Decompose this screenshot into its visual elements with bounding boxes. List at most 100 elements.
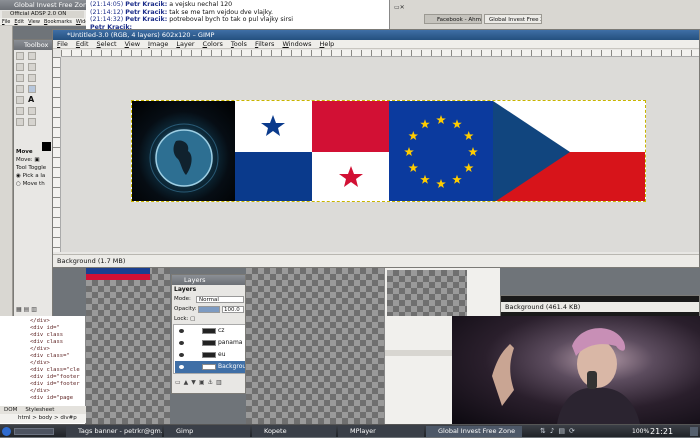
opacity-value[interactable]: 100.0 — [222, 306, 244, 313]
eye-icon[interactable] — [179, 341, 184, 345]
taskbar: Tags banner - petrkr@gm... Gimp Kopete M… — [0, 424, 700, 437]
browser-menu-widgets[interactable]: Widgets — [74, 18, 86, 25]
crop-tool-icon[interactable] — [28, 74, 36, 82]
tool-options-title: Move — [16, 149, 33, 155]
browser-tab-global[interactable]: Global Invest Free Zone — [484, 14, 542, 24]
inspector-tabs: DOM Stylesheet — [0, 406, 86, 414]
menu-select[interactable]: Select — [93, 40, 121, 48]
menu-windows[interactable]: Windows — [278, 40, 315, 48]
anchor-layer-icon[interactable]: ⚓ — [208, 379, 216, 386]
move-selection-radio[interactable]: ○ Move th — [16, 180, 52, 188]
smudge-tool-icon[interactable] — [16, 118, 24, 126]
chat-line: (21:14:32) Petr Kracik: potreboval bych … — [90, 16, 294, 23]
tab-dom[interactable]: DOM — [0, 407, 21, 413]
pick-layer-radio[interactable]: ◉ Pick a la — [16, 172, 52, 180]
clone-tool-icon[interactable] — [28, 107, 36, 115]
layer-thumbnail — [202, 352, 216, 358]
move-tool-icon[interactable] — [28, 85, 36, 93]
vertical-ruler[interactable] — [53, 57, 61, 252]
menu-file[interactable]: File — [53, 40, 72, 48]
new-layer-icon[interactable]: ▭ — [175, 379, 184, 386]
horizontal-ruler[interactable] — [61, 50, 699, 57]
rect-select-tool-icon[interactable] — [16, 52, 24, 60]
eye-icon[interactable] — [179, 353, 184, 357]
ellipse-select-tool-icon[interactable] — [28, 52, 36, 60]
inspector-breadcrumb[interactable]: html > body > div#p — [0, 414, 86, 423]
menu-image[interactable]: Image — [144, 40, 172, 48]
source-line: </div> — [30, 318, 50, 324]
update-icon[interactable]: ⟳ — [569, 427, 579, 435]
flip-tool-icon[interactable] — [16, 85, 24, 93]
restore-options-icon[interactable]: ▤ — [24, 306, 30, 313]
paths-tool-icon[interactable] — [16, 74, 24, 82]
eye-icon[interactable] — [179, 329, 184, 333]
tab-stylesheet[interactable]: Stylesheet — [21, 407, 58, 413]
network-icon[interactable]: ⇅ — [540, 427, 550, 435]
taskbar-item-gimp[interactable]: Gimp — [164, 426, 250, 437]
menu-tools[interactable]: Tools — [227, 40, 251, 48]
show-desktop-icon[interactable] — [690, 427, 698, 436]
browser-menu: FileEditViewBookmarksWidgets — [0, 18, 86, 26]
taskbar-item-mplayer[interactable]: MPlayer — [338, 426, 424, 437]
save-options-icon[interactable]: ▦ — [16, 306, 22, 313]
menu-layer[interactable]: Layer — [172, 40, 198, 48]
toolbox-title[interactable]: Toolbox — [14, 40, 52, 50]
pencil-tool-icon[interactable] — [16, 96, 24, 104]
layer-thumbnail — [202, 340, 216, 346]
lock-row: Lock: ▢ — [174, 316, 196, 322]
layer-row-eu[interactable]: eu — [175, 349, 245, 361]
panama-flag — [235, 101, 389, 201]
desktop-pager-icon[interactable] — [14, 428, 54, 435]
menu-view[interactable]: View — [121, 40, 144, 48]
browser-menu-edit[interactable]: Edit — [12, 18, 26, 25]
concert-photo — [452, 316, 700, 424]
browser-title[interactable]: Global Invest Free Zone — [0, 0, 86, 10]
toolbox-bottom-icons: ▦ ▤ ▥ — [16, 306, 52, 314]
window-buttons: ▭✕ — [394, 4, 414, 12]
text-tool-icon[interactable]: A — [28, 96, 36, 104]
clipboard-icon[interactable]: ▤ — [558, 427, 569, 435]
delete-layer-icon[interactable]: ▥ — [216, 379, 225, 386]
source-line: <div class — [30, 332, 64, 338]
canvas-background-middle — [246, 268, 384, 424]
layer-row-panama[interactable]: panama — [175, 337, 245, 349]
layers-title[interactable]: Layers — [172, 275, 245, 285]
menu-filters[interactable]: Filters — [251, 40, 279, 48]
blank-window-checker — [387, 270, 467, 316]
dodge-tool-icon[interactable] — [28, 118, 36, 126]
canvas-background-left — [86, 268, 170, 424]
browser-tab-facebook[interactable]: Facebook - Ahmed ... — [424, 14, 482, 24]
layer-thumbnail — [202, 364, 216, 370]
menu-colors[interactable]: Colors — [199, 40, 227, 48]
lock-alpha-icon[interactable]: ▢ — [190, 316, 195, 322]
taskbar-item-kopete[interactable]: Kopete — [252, 426, 336, 437]
close-icon[interactable]: ✕ — [400, 4, 405, 11]
gimp-title[interactable]: *Untitled-3.0 (RGB, 4 layers) 602x120 – … — [53, 30, 699, 40]
bucket-tool-icon[interactable] — [16, 107, 24, 115]
opacity-slider[interactable] — [198, 306, 220, 313]
gimp-statusbar: Background (1.7 MB) — [53, 254, 699, 267]
delete-options-icon[interactable]: ▥ — [31, 306, 37, 313]
menu-help[interactable]: Help — [315, 40, 338, 48]
fuzzy-select-tool-icon[interactable] — [28, 63, 36, 71]
start-menu-icon[interactable] — [2, 427, 11, 436]
duplicate-layer-icon[interactable]: ▣ — [199, 379, 208, 386]
browser-menu-file[interactable]: File — [0, 18, 12, 25]
eye-icon[interactable] — [179, 365, 184, 369]
layer-row-cz[interactable]: cz — [175, 325, 245, 337]
move-mode-icon[interactable]: ▣ — [34, 157, 39, 163]
browser-tab[interactable]: Official ADSP 2.0 ON — [2, 11, 84, 18]
menu-edit[interactable]: Edit — [72, 40, 93, 48]
taskbar-item-global-invest[interactable]: Global Invest Free Zone — [426, 426, 522, 437]
lower-layer-icon[interactable]: ▼ — [191, 379, 199, 386]
volume-level[interactable]: 100% — [632, 425, 649, 438]
clock[interactable]: 21:21 — [650, 425, 673, 438]
taskbar-item-browser[interactable]: Tags banner - petrkr@gm... — [66, 426, 162, 437]
banner-image[interactable] — [131, 100, 646, 202]
free-select-tool-icon[interactable] — [16, 63, 24, 71]
mode-select[interactable]: Normal — [196, 296, 244, 303]
tool-grid: A — [16, 52, 52, 151]
browser-menu-bookmarks[interactable]: Bookmarks — [42, 18, 74, 25]
layer-row-background[interactable]: Background — [175, 361, 245, 373]
browser-menu-view[interactable]: View — [26, 18, 42, 25]
